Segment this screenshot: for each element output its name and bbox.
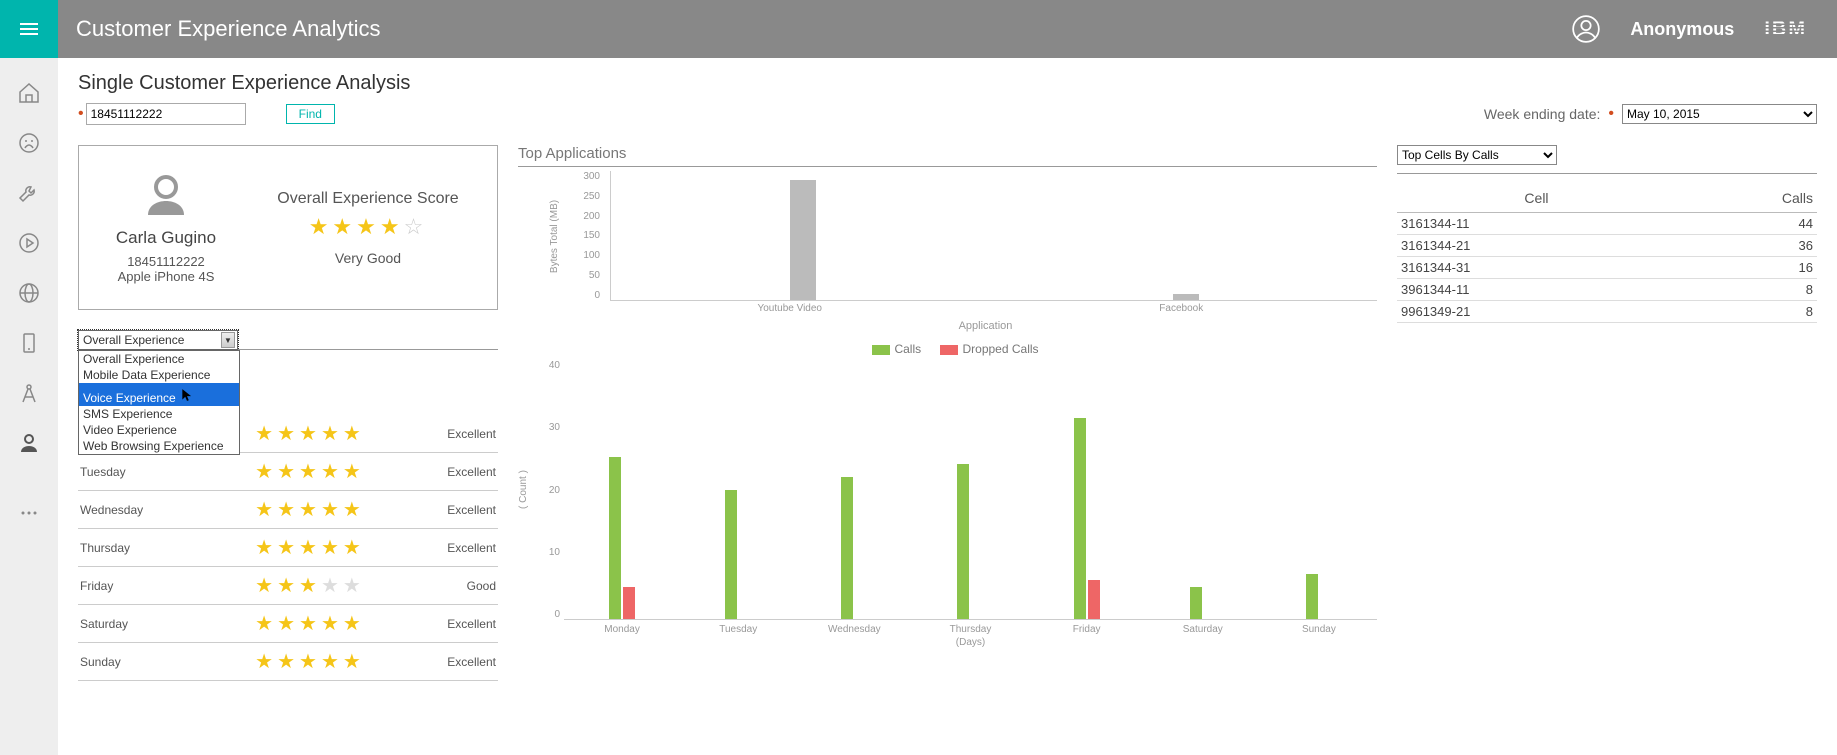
experience-option[interactable]: Voice Experience xyxy=(79,383,239,406)
sidebar-item-more[interactable] xyxy=(0,488,58,538)
top-cells-row: 3161344-2136 xyxy=(1397,235,1817,257)
sidebar xyxy=(0,58,58,755)
daily-experience-row: Wednesday★★★★★Excellent xyxy=(78,491,498,529)
legend-swatch-calls xyxy=(872,345,890,355)
globe-icon xyxy=(17,281,41,305)
customer-phone: 18451112222 xyxy=(91,254,241,269)
calls-day-group xyxy=(1145,360,1261,619)
top-cells-row: 3961344-118 xyxy=(1397,279,1817,301)
calls-chart-legend: Calls Dropped Calls xyxy=(518,342,1377,356)
calls-day-group xyxy=(1029,360,1145,619)
calls-day-group xyxy=(1261,360,1377,619)
required-indicator: • xyxy=(78,109,84,119)
customer-id-input[interactable] xyxy=(86,103,246,125)
menu-toggle-button[interactable] xyxy=(0,0,58,58)
daily-experience-row: Tuesday★★★★★Excellent xyxy=(78,453,498,491)
overall-score-stars: ★★★★☆ xyxy=(251,214,485,240)
overall-score-text: Very Good xyxy=(251,250,485,266)
week-ending-label: Week ending date: xyxy=(1484,106,1601,122)
app-bar xyxy=(790,180,816,300)
top-cells-row: 3161344-1144 xyxy=(1397,213,1817,235)
user-avatar-icon[interactable] xyxy=(1572,15,1600,43)
sidebar-item-globe[interactable] xyxy=(0,268,58,318)
customer-avatar-icon xyxy=(142,171,190,219)
experience-option[interactable]: Mobile Data Experience xyxy=(79,367,239,383)
top-cells-row: 9961349-218 xyxy=(1397,301,1817,323)
page-title: Single Customer Experience Analysis xyxy=(78,72,1817,95)
top-cells-select[interactable]: Top Cells By Calls xyxy=(1397,145,1557,165)
sidebar-item-play[interactable] xyxy=(0,218,58,268)
calls-day-group xyxy=(912,360,1028,619)
hamburger-icon xyxy=(17,17,41,41)
ibm-logo: IBM xyxy=(1764,18,1807,41)
required-indicator: • xyxy=(1608,109,1614,119)
week-ending-select[interactable]: May 10, 2015 xyxy=(1622,104,1817,124)
person-icon xyxy=(17,431,41,455)
experience-option[interactable]: SMS Experience xyxy=(79,406,239,422)
daily-experience-row: Thursday★★★★★Excellent xyxy=(78,529,498,567)
mobile-icon xyxy=(17,331,41,355)
experience-type-options: Overall ExperienceMobile Data Experience… xyxy=(78,350,240,455)
top-cells-table: CellCalls3161344-11443161344-21363161344… xyxy=(1397,184,1817,323)
sidebar-item-profile[interactable] xyxy=(0,418,58,468)
customer-device: Apple iPhone 4S xyxy=(91,269,241,284)
calls-chart: ( Count ) 403020100 xyxy=(518,360,1377,620)
top-apps-chart: Bytes Total (MB) 300250200150100500 xyxy=(518,171,1377,301)
wrench-icon xyxy=(17,181,41,205)
top-apps-title: Top Applications xyxy=(518,145,1377,167)
daily-experience-row: Sunday★★★★★Excellent xyxy=(78,643,498,681)
sidebar-item-drafting[interactable] xyxy=(0,368,58,418)
chevron-down-icon: ▼ xyxy=(221,332,235,348)
calls-ylabel: ( Count ) xyxy=(518,360,534,620)
daily-experience-row: Saturday★★★★★Excellent xyxy=(78,605,498,643)
calls-day-group xyxy=(680,360,796,619)
play-circle-icon xyxy=(17,231,41,255)
calls-xlabel: (Days) xyxy=(564,637,1377,648)
customer-summary-card: Carla Gugino 18451112222 Apple iPhone 4S… xyxy=(78,145,498,310)
ellipsis-icon xyxy=(17,501,41,525)
sad-face-icon xyxy=(17,131,41,155)
app-header: Customer Experience Analytics Anonymous … xyxy=(0,0,1837,58)
calls-day-group xyxy=(564,360,680,619)
sidebar-item-mobile[interactable] xyxy=(0,318,58,368)
experience-option[interactable]: Overall Experience xyxy=(79,351,239,367)
compass-icon xyxy=(17,381,41,405)
content-area: Single Customer Experience Analysis • Fi… xyxy=(58,58,1837,755)
experience-type-select[interactable]: Overall Experience ▼ Overall ExperienceM… xyxy=(78,330,238,350)
legend-swatch-dropped xyxy=(940,345,958,355)
experience-type-selected: Overall Experience xyxy=(83,333,184,347)
sidebar-item-tools[interactable] xyxy=(0,168,58,218)
user-name: Anonymous xyxy=(1630,19,1734,40)
find-button[interactable]: Find xyxy=(286,104,335,124)
calls-day-group xyxy=(796,360,912,619)
sidebar-item-sentiment[interactable] xyxy=(0,118,58,168)
customer-name: Carla Gugino xyxy=(91,228,241,248)
sidebar-item-home[interactable] xyxy=(0,68,58,118)
app-title: Customer Experience Analytics xyxy=(76,16,1572,42)
experience-option[interactable]: Web Browsing Experience xyxy=(79,438,239,454)
daily-experience-row: Friday★★★★★Good xyxy=(78,567,498,605)
overall-score-label: Overall Experience Score xyxy=(251,190,485,208)
top-cells-row: 3161344-3116 xyxy=(1397,257,1817,279)
home-icon xyxy=(17,81,41,105)
top-apps-xlabel: Application xyxy=(594,320,1377,332)
experience-option[interactable]: Video Experience xyxy=(79,422,239,438)
app-bar xyxy=(1173,294,1199,300)
